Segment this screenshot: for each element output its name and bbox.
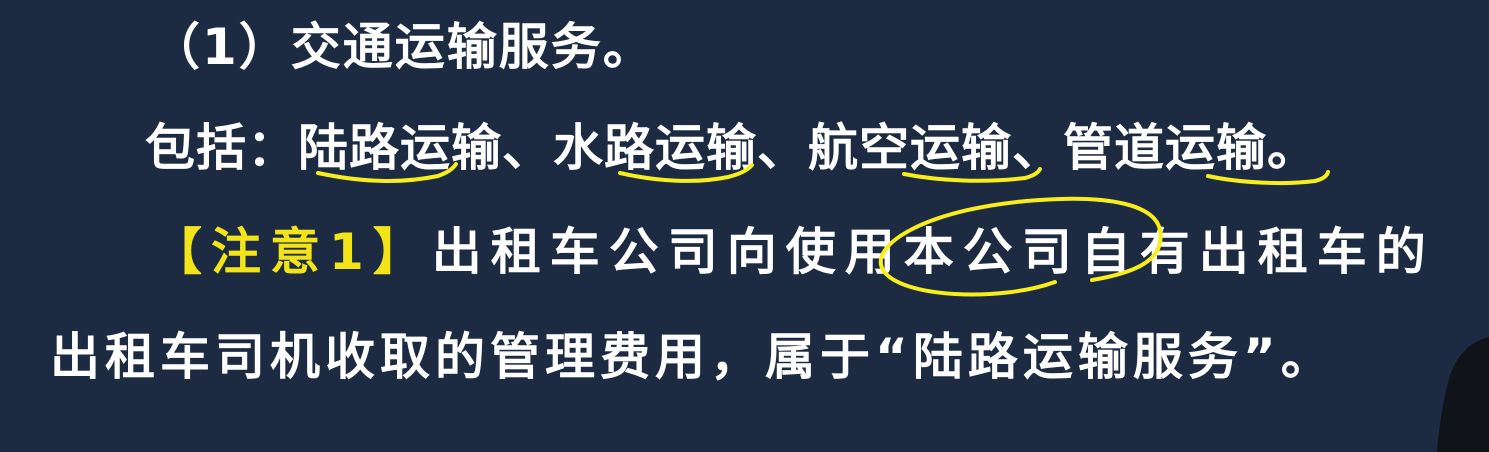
separator: 、: [502, 119, 553, 177]
separator: 、: [1012, 119, 1063, 177]
note-line-2: 出租车司机收取的管理费用，属于“陆路运输服务”。: [50, 328, 1336, 386]
note-line-1: 【注意1】出租车公司向使用本公司自有出租车的: [152, 222, 1435, 282]
note-text-1: 出租车公司向使用本公司自有出租车的: [431, 223, 1435, 281]
separator: 、: [757, 119, 808, 177]
transport-item-water: 水路运输: [553, 119, 757, 177]
ending-period: 。: [1267, 119, 1318, 177]
note-label: 【注意1】: [152, 223, 432, 281]
transport-item-land: 陆路运输: [298, 119, 502, 177]
section-heading: （1）交通运输服务。: [150, 18, 655, 76]
presenter-silhouette: [1437, 337, 1489, 452]
transport-item-pipeline: 管道运输: [1063, 119, 1267, 177]
includes-line: 包括：陆路运输、水路运输、航空运输、管道运输。: [145, 118, 1318, 178]
includes-label: 包括：: [145, 119, 298, 177]
transport-item-air: 航空运输: [808, 119, 1012, 177]
